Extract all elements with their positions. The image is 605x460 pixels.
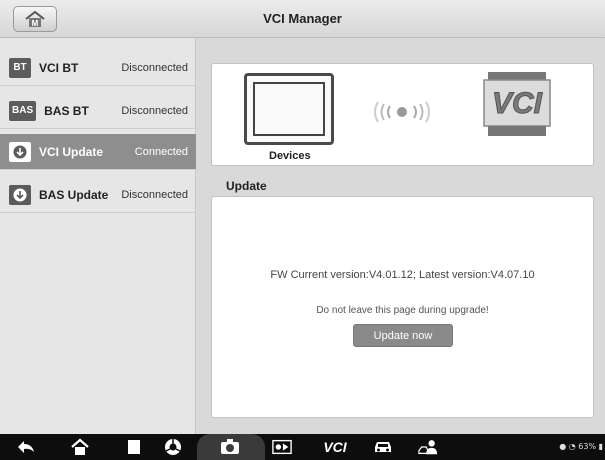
bas-badge: BAS [9, 100, 37, 121]
update-section-title: Update [226, 179, 267, 193]
page-title: VCI Manager [263, 11, 342, 26]
upgrade-warning-text: Do not leave this page during upgrade! [316, 305, 489, 316]
camera-icon[interactable] [220, 438, 240, 456]
vci-icon[interactable]: VCI [318, 438, 352, 456]
sidebar-item-label: VCI BT [39, 60, 79, 75]
system-navbar: VCI ● ◔ 63% ▮ [0, 434, 605, 460]
connection-status: Disconnected [121, 61, 188, 74]
sidebar-item-vci-bt[interactable]: BT VCI BT Disconnected [0, 50, 196, 86]
home-icon[interactable] [70, 438, 90, 456]
download-icon [9, 141, 31, 162]
vci-device-icon: VCI [483, 72, 551, 136]
tablet-icon [244, 73, 334, 145]
sidebar-item-bas-bt[interactable]: BAS BAS BT Disconnected [0, 93, 196, 129]
back-icon[interactable] [16, 438, 36, 456]
battery-icon: ▮ [598, 442, 603, 451]
bt-badge: BT [9, 57, 31, 78]
sidebar-item-label: VCI Update [39, 144, 104, 159]
wifi-icon: ◔ [568, 442, 576, 451]
remote-expert-icon[interactable] [418, 438, 438, 456]
sidebar-item-vci-update[interactable]: VCI Update Connected [0, 134, 196, 170]
update-panel: FW Current version:V4.01.12; Latest vers… [211, 196, 594, 418]
sidebar: BT VCI BT Disconnected BAS BAS BT Discon… [0, 38, 196, 434]
sidebar-item-bas-update[interactable]: BAS Update Disconnected [0, 177, 196, 213]
connection-status: Disconnected [121, 188, 188, 201]
devices-label: Devices [269, 150, 311, 162]
sidebar-item-label: BAS BT [44, 103, 89, 118]
vci-logo-text: VCI [492, 87, 543, 120]
connection-status: Connected [134, 145, 188, 158]
firmware-version-text: FW Current version:V4.01.12; Latest vers… [270, 269, 535, 281]
status-bar: ● ◔ 63% ▮ [559, 442, 603, 451]
connection-status: Disconnected [121, 104, 188, 117]
recent-apps-icon[interactable] [124, 438, 144, 456]
chrome-icon[interactable] [163, 438, 183, 456]
screen-capture-icon[interactable] [272, 438, 292, 456]
header-bar: M VCI Manager [0, 0, 605, 38]
update-now-button[interactable]: Update now [353, 324, 453, 347]
devices-panel: Devices VCI [211, 63, 594, 166]
car-icon[interactable] [373, 438, 393, 456]
battery-level: 63% [578, 442, 597, 451]
download-icon [9, 184, 31, 205]
location-icon: ● [559, 442, 567, 451]
signal-waves-icon [374, 101, 430, 123]
sidebar-item-label: BAS Update [39, 187, 109, 202]
vci-nav-text: VCI [323, 439, 347, 455]
